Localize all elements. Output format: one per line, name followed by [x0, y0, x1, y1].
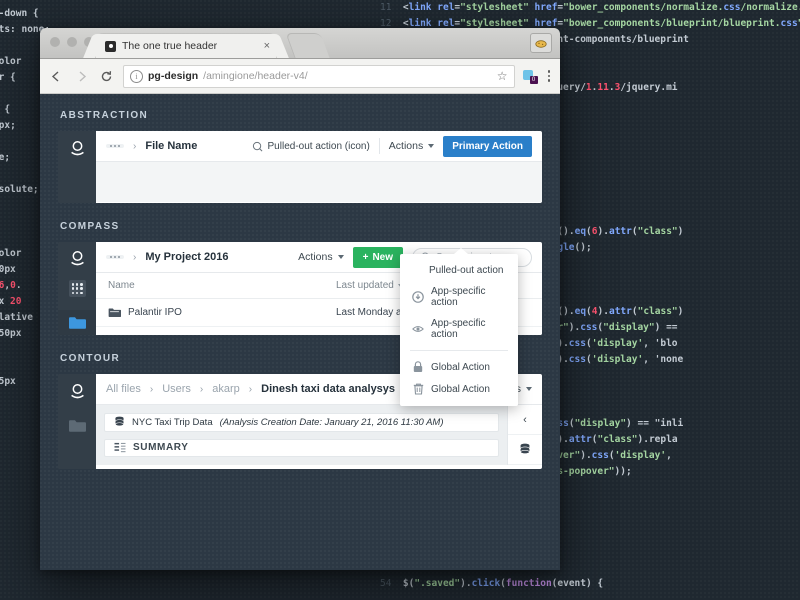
- abstraction-card: › File Name Pulled-out action (icon) Act…: [96, 131, 542, 203]
- header-divider: [378, 138, 380, 154]
- grid-icon: [68, 280, 86, 298]
- menu-item-app-specific-action-1[interactable]: App-specific action: [400, 281, 518, 313]
- cell-name: Palantir IPO: [108, 307, 336, 318]
- pulled-out-action-icon: [252, 141, 263, 152]
- palantir-logo-icon: [67, 139, 87, 159]
- actions-menu-button[interactable]: Actions: [388, 140, 435, 152]
- chevron-down-icon: [428, 144, 435, 148]
- section-title-abstraction: ABSTRACTION: [60, 110, 149, 121]
- extension-badge-count: 0: [529, 75, 538, 84]
- dataset-row[interactable]: NYC Taxi Trip Data (Analysis Creation Da…: [104, 413, 499, 432]
- breadcrumb-chevron-icon: ›: [133, 140, 137, 152]
- collapse-rail-button[interactable]: ‹: [508, 405, 542, 435]
- close-window-button[interactable]: [50, 37, 60, 47]
- abstraction-header: › File Name Pulled-out action (icon) Act…: [96, 131, 542, 162]
- menu-item-app-specific-action-2[interactable]: App-specific action: [400, 313, 518, 345]
- close-tab-icon[interactable]: ×: [264, 40, 270, 52]
- url-path: /amingione/header-v4/: [203, 70, 308, 82]
- folder-icon: [68, 419, 86, 432]
- plus-icon: +: [362, 251, 369, 263]
- breadcrumb-overflow-button[interactable]: [106, 255, 124, 259]
- summary-row[interactable]: SUMMARY: [104, 438, 499, 457]
- actions-label: Actions: [298, 251, 333, 263]
- breadcrumb-overflow-button[interactable]: [106, 144, 124, 148]
- dataset-label: NYC Taxi Trip Data: [132, 416, 213, 428]
- actions-dropdown-menu[interactable]: Pulled-out action App-specific action Ap…: [400, 248, 518, 406]
- summary-label: SUMMARY: [133, 442, 189, 454]
- menu-item-global-action-trash[interactable]: Global Action: [400, 378, 518, 400]
- palantir-logo-icon: [67, 250, 87, 268]
- back-button[interactable]: [48, 68, 65, 85]
- browser-menu-button[interactable]: [546, 70, 553, 82]
- dataset-meta: (Analysis Creation Date: January 21, 201…: [219, 416, 444, 428]
- menu-item-pulled-out-action[interactable]: Pulled-out action: [400, 260, 518, 281]
- abstraction-module: › File Name Pulled-out action (icon) Act…: [58, 131, 542, 203]
- chevron-down-icon: [526, 387, 532, 391]
- section-title-compass: COMPASS: [60, 221, 120, 232]
- minimize-window-button[interactable]: [67, 37, 77, 47]
- page-content: ABSTRACTION › File Name Pulled-out actio…: [40, 94, 560, 570]
- column-header-name[interactable]: Name: [108, 280, 336, 291]
- actions-label: Actions: [388, 140, 424, 152]
- browser-tab[interactable]: The one true header ×: [96, 34, 276, 58]
- menu-item-global-action-lock[interactable]: Global Action: [400, 356, 518, 378]
- menu-divider: [410, 350, 508, 351]
- abstraction-sidebar: [58, 131, 96, 203]
- pulled-out-action-label: Pulled-out action (icon): [267, 140, 370, 152]
- breadcrumb-chevron-icon: ›: [133, 251, 137, 263]
- primary-action-button[interactable]: Primary Action: [443, 135, 532, 157]
- browser-toolbar: i pg-design/amingione/header-v4/ ☆ 0: [40, 59, 560, 94]
- trash-icon: [412, 383, 424, 395]
- database-icon: [115, 416, 124, 427]
- breadcrumb-item[interactable]: akarp: [212, 383, 240, 395]
- breadcrumb-item[interactable]: All files: [106, 383, 141, 395]
- download-circle-icon: [412, 291, 424, 303]
- tab-title: The one true header: [122, 40, 218, 52]
- compass-sidebar: [58, 242, 96, 335]
- app-favicon: [105, 40, 116, 52]
- eye-icon: [412, 323, 424, 335]
- browser-window: The one true header × i pg-design/amingi…: [40, 28, 560, 570]
- chevron-down-icon: [337, 255, 344, 259]
- sidebar-item-apps[interactable]: [58, 276, 96, 302]
- contour-sidebar: [58, 374, 96, 469]
- actions-menu-button[interactable]: Actions: [298, 251, 344, 263]
- breadcrumb-chevron-icon: ›: [199, 383, 204, 395]
- breadcrumb-current: My Project 2016: [145, 251, 229, 263]
- forward-button[interactable]: [73, 68, 90, 85]
- breadcrumb-chevron-icon: ›: [248, 383, 253, 395]
- reload-button[interactable]: [98, 68, 115, 85]
- contour-main-column: NYC Taxi Trip Data (Analysis Creation Da…: [96, 405, 507, 465]
- database-icon: [520, 443, 530, 455]
- browser-titlebar: The one true header ×: [40, 28, 560, 59]
- abstraction-body: [96, 162, 542, 202]
- breadcrumb-current: File Name: [145, 140, 198, 152]
- summary-icon: [114, 443, 126, 453]
- contour-right-rail: ‹: [507, 405, 542, 465]
- sidebar-item-files[interactable]: [58, 309, 96, 335]
- address-bar[interactable]: i pg-design/amingione/header-v4/ ☆: [123, 64, 515, 88]
- browser-profile-icon[interactable]: [530, 33, 552, 53]
- url-domain: pg-design: [148, 70, 199, 82]
- site-info-icon[interactable]: i: [130, 69, 143, 83]
- sidebar-item-files[interactable]: [58, 410, 96, 440]
- breadcrumb-chevron-icon: ›: [149, 383, 154, 395]
- breadcrumb-item[interactable]: Users: [162, 383, 191, 395]
- breadcrumb-current: Dinesh taxi data analysys: [261, 383, 396, 395]
- new-button-label: New: [372, 251, 393, 263]
- cookie-icon: [535, 40, 547, 48]
- contour-body: NYC Taxi Trip Data (Analysis Creation Da…: [96, 405, 542, 465]
- folder-icon: [108, 308, 121, 317]
- rail-dataset-button[interactable]: [508, 435, 542, 465]
- bookmark-star-icon[interactable]: ☆: [497, 69, 508, 83]
- extension-icon[interactable]: 0: [522, 69, 538, 84]
- palantir-logo-icon: [67, 382, 87, 402]
- new-button[interactable]: + New: [352, 246, 403, 268]
- lock-icon: [412, 361, 424, 373]
- folder-icon: [68, 316, 86, 329]
- new-tab-button[interactable]: [285, 33, 330, 58]
- pulled-out-action-button[interactable]: Pulled-out action (icon): [252, 141, 370, 152]
